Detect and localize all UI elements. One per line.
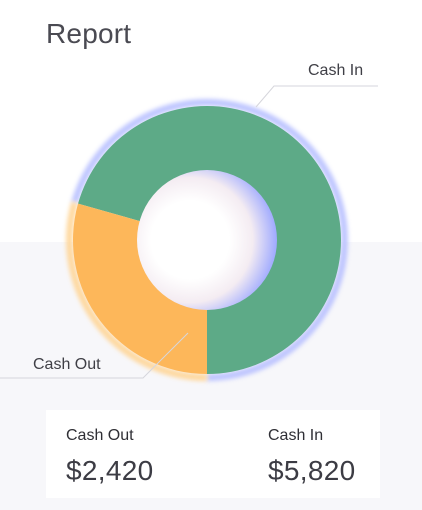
summary-panel: Cash Out $2,420 Cash In $5,820 [46, 410, 380, 498]
donut-center-hole [184, 217, 230, 263]
cash-in-label: Cash In [268, 427, 324, 444]
cash-out-value: $2,420 [66, 455, 154, 486]
cash-in-leader-line [255, 85, 378, 108]
cash-in-stat: Cash In $5,820 [268, 426, 355, 488]
chart-label-cash-out: Cash Out [33, 356, 101, 373]
cash-out-stat: Cash Out $2,420 [66, 426, 153, 488]
chart-label-cash-in: Cash In [308, 62, 364, 79]
cash-out-label: Cash Out [66, 427, 134, 444]
cash-in-value: $5,820 [268, 455, 356, 486]
